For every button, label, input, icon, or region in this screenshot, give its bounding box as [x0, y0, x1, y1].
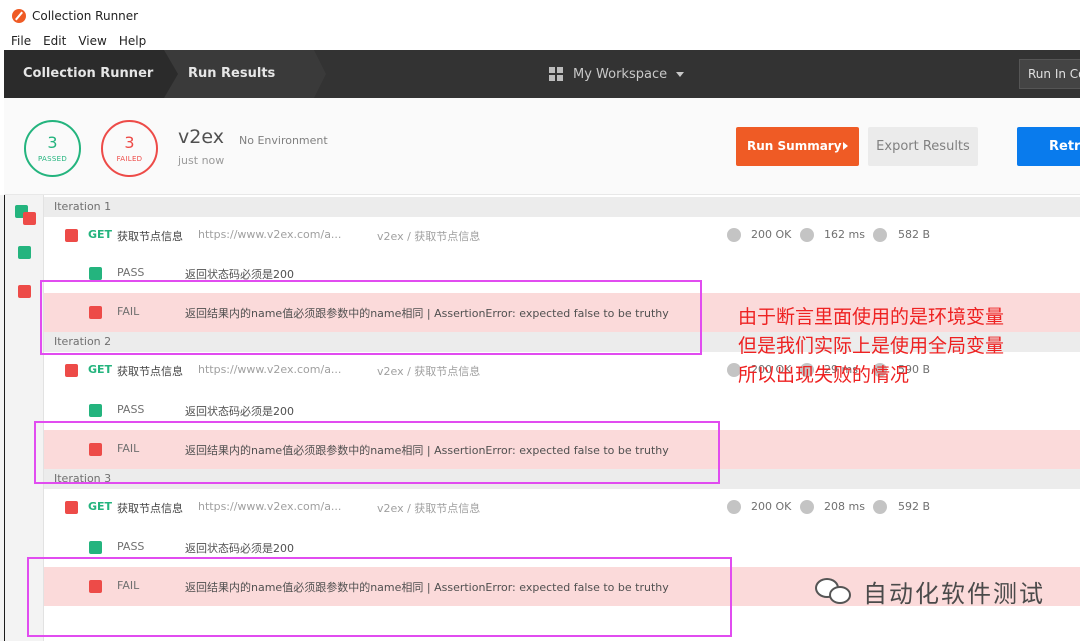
annotation-line: 由于断言里面使用的是环境变量 — [738, 306, 1005, 328]
highlight-box — [27, 557, 732, 637]
run-summary-panel: 3 PASSED 3 FAILED v2ex No Environment ju… — [4, 98, 1080, 195]
workspace-selector[interactable]: My Workspace — [549, 50, 685, 98]
run-summary-label: Run Summary — [747, 139, 842, 153]
highlight-box — [34, 421, 720, 484]
response-status: 200 OK — [751, 500, 792, 513]
status-fail-icon — [65, 501, 78, 514]
menu-edit[interactable]: Edit — [43, 34, 66, 48]
retry-button[interactable]: Retry — [1017, 127, 1080, 166]
pass-icon — [89, 541, 102, 554]
test-name: 返回状态码必须是200 — [185, 405, 294, 418]
status-fail-icon[interactable] — [18, 285, 31, 298]
time-dot-icon — [800, 500, 814, 514]
response-size: 592 B — [898, 500, 931, 513]
request-url: https://www.v2ex.com/a... — [198, 363, 342, 376]
annotation-line: 但是我们实际上是使用全局变量 — [738, 335, 1005, 357]
postman-logo-icon — [12, 8, 26, 23]
status-fail-icon — [65, 229, 78, 242]
run-timestamp: just now — [178, 154, 225, 167]
size-dot-icon — [873, 500, 887, 514]
chevron-down-icon — [676, 71, 685, 77]
response-size: 582 B — [898, 228, 931, 241]
request-method: GET — [88, 228, 113, 241]
passed-label: PASSED — [37, 155, 68, 163]
window-titlebar: Collection Runner — [0, 0, 1080, 31]
highlight-box — [40, 280, 702, 355]
export-results-button[interactable]: Export Results — [868, 127, 978, 166]
run-in-command-button[interactable]: Run In Co — [1019, 59, 1080, 89]
collection-name: v2ex — [178, 126, 224, 148]
request-row[interactable]: GET 获取节点信息 https://www.v2ex.com/a... v2e… — [44, 217, 1080, 254]
request-name: 获取节点信息 — [117, 230, 183, 243]
menu-file[interactable]: File — [11, 34, 31, 48]
request-method: GET — [88, 363, 113, 376]
pass-icon — [89, 404, 102, 417]
status-pass-icon[interactable] — [18, 246, 31, 259]
watermark: 自动化软件测试 — [815, 574, 1045, 609]
request-url: https://www.v2ex.com/a... — [198, 228, 342, 241]
request-path: v2ex / 获取节点信息 — [377, 230, 481, 243]
wechat-icon — [815, 576, 855, 608]
request-url: https://www.v2ex.com/a... — [198, 500, 342, 513]
failed-label: FAILED — [116, 155, 143, 163]
workspace-grid-icon — [549, 67, 563, 81]
request-path: v2ex / 获取节点信息 — [377, 365, 481, 378]
annotation-note: 由于断言里面使用的是环境变量 但是我们实际上是使用全局变量 所以出现失败的情况 — [738, 303, 1078, 390]
request-path: v2ex / 获取节点信息 — [377, 502, 481, 515]
watermark-text: 自动化软件测试 — [863, 580, 1045, 608]
menu-help[interactable]: Help — [119, 34, 146, 48]
workspace-name: My Workspace — [573, 66, 668, 82]
app-header: Run Results Collection Runner My Workspa… — [4, 50, 1080, 98]
passed-counter: 3 PASSED — [24, 120, 81, 177]
size-dot-icon — [873, 228, 887, 242]
request-name: 获取节点信息 — [117, 502, 183, 515]
request-name: 获取节点信息 — [117, 365, 183, 378]
breadcrumb-separator — [164, 50, 178, 98]
play-icon — [843, 142, 848, 150]
pass-icon — [89, 267, 102, 280]
breadcrumb-separator — [314, 50, 326, 98]
status-fail-icon[interactable] — [23, 212, 36, 225]
request-method: GET — [88, 500, 113, 513]
request-row[interactable]: GET 获取节点信息 https://www.v2ex.com/a... v2e… — [44, 489, 1080, 526]
breadcrumb-run-results[interactable]: Run Results — [164, 50, 314, 98]
menu-bar: File Edit View Help — [0, 31, 1080, 50]
annotation-line: 所以出现失败的情况 — [738, 364, 910, 386]
failed-counter: 3 FAILED — [101, 120, 158, 177]
status-fail-icon — [65, 364, 78, 377]
environment-name: No Environment — [239, 134, 328, 147]
window-title: Collection Runner — [32, 8, 139, 23]
passed-count: 3 — [47, 133, 58, 152]
test-name: 返回状态码必须是200 — [185, 542, 294, 555]
breadcrumb-collection-runner[interactable]: Collection Runner — [4, 50, 164, 98]
response-time: 162 ms — [824, 228, 865, 241]
response-time: 208 ms — [824, 500, 865, 513]
test-result: PASS — [117, 403, 145, 416]
status-dot-icon — [727, 500, 741, 514]
test-result: PASS — [117, 266, 145, 279]
status-dot-icon — [727, 228, 741, 242]
menu-view[interactable]: View — [78, 34, 106, 48]
failed-count: 3 — [124, 133, 135, 152]
response-status: 200 OK — [751, 228, 792, 241]
window-edge — [4, 195, 5, 641]
test-result: PASS — [117, 540, 145, 553]
time-dot-icon — [800, 228, 814, 242]
iteration-header: Iteration 1 — [44, 197, 1080, 217]
run-summary-button[interactable]: Run Summary — [736, 127, 859, 166]
